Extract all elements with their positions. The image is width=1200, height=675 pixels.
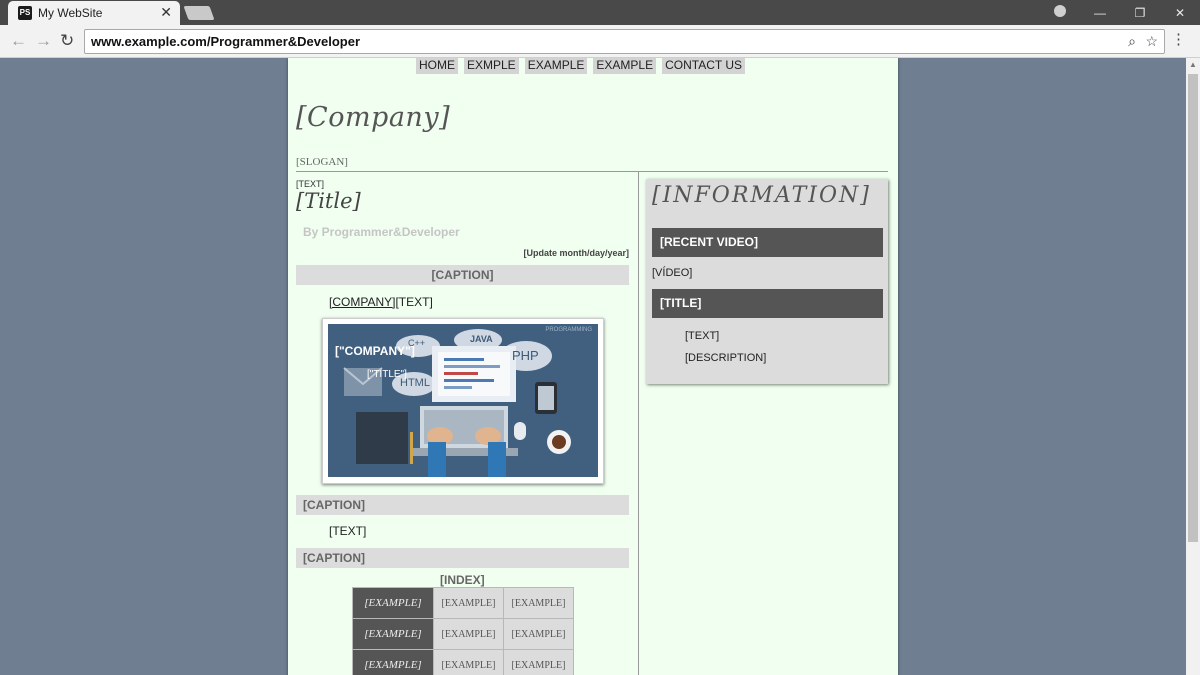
index-title: [INDEX] [440,573,485,587]
browser-titlebar: PS My WebSite ✕ — ❐ ✕ [0,0,1200,25]
browser-menu-icon[interactable]: ⋮ [1171,31,1186,49]
column-divider [638,172,639,675]
minimize-icon[interactable]: — [1080,6,1120,20]
table-row: [EXAMPLE] [EXAMPLE] [EXAMPLE] [352,587,574,619]
figure-html-label: HTML [400,377,430,389]
scrollbar-thumb[interactable] [1188,74,1198,542]
information-sidebar: [INFORMATION] [RECENT VIDEO] [VÍDEO] [TI… [646,179,888,384]
nav-example-2[interactable]: EXAMPLE [593,58,657,74]
header-divider [296,171,888,172]
nav-home[interactable]: HOME [416,58,458,74]
bookmark-star-icon[interactable]: ☆ [1145,33,1158,50]
company-logo-text: [Company] [296,102,451,133]
nav-exmple[interactable]: EXMPLE [464,58,519,74]
close-tab-icon[interactable]: ✕ [160,4,172,20]
company-link[interactable]: [COMPANY] [329,295,395,309]
window-controls: — ❐ ✕ [1040,0,1200,25]
browser-tab[interactable]: PS My WebSite ✕ [8,1,180,25]
caption-bar-3: [CAPTION] [296,548,629,568]
index-row-header[interactable]: [EXAMPLE] [352,618,434,650]
sidebar-heading: [INFORMATION] [652,183,871,208]
favicon-icon: PS [18,6,32,20]
new-tab-button[interactable] [183,6,215,20]
reload-icon[interactable]: ↻ [60,31,74,51]
zoom-icon[interactable]: ⌕ [1128,33,1136,50]
programming-illustration: ["COMPANY"] ["TITLE"] PROGRAMMING JAVA P… [328,324,598,477]
company-line-text: [TEXT] [395,295,433,309]
close-window-icon[interactable]: ✕ [1160,6,1200,20]
index-table: [EXAMPLE] [EXAMPLE] [EXAMPLE] [EXAMPLE] … [352,587,574,675]
recent-video-header: [RECENT VIDEO] [652,228,883,257]
figure-php-label: PHP [512,348,539,363]
index-cell[interactable]: [EXAMPLE] [503,649,574,675]
table-row: [EXAMPLE] [EXAMPLE] [EXAMPLE] [352,618,574,650]
tab-title: My WebSite [38,6,103,20]
page-scrollbar[interactable]: ▲ [1186,58,1200,675]
figure-programming-label: PROGRAMMING [545,327,592,333]
index-cell[interactable]: [EXAMPLE] [503,618,574,650]
video-placeholder[interactable]: [VÍDEO] [652,267,692,279]
section-text: [TEXT] [329,524,367,538]
figure-company-label: ["COMPANY"] [335,344,415,358]
back-arrow-icon[interactable]: ← [10,31,27,51]
caption-bar-1: [CAPTION] [296,265,629,285]
website-page: HOME EXMPLE EXAMPLE EXAMPLE CONTACT US [… [288,58,898,675]
sidebar-description: [DESCRIPTION] [685,352,767,364]
forward-arrow-icon[interactable]: → [35,31,52,51]
browser-toolbar: ← → ↻ www.example.com/Programmer&Develop… [0,25,1200,58]
url-text: www.example.com/Programmer&Developer [91,34,361,49]
sidebar-title-header: [TITLE] [652,289,883,318]
company-line: [COMPANY][TEXT] [329,295,433,309]
programming-image-frame: ["COMPANY"] ["TITLE"] PROGRAMMING JAVA P… [322,318,604,484]
page-viewport: HOME EXMPLE EXAMPLE EXAMPLE CONTACT US [… [0,58,1186,675]
table-row: [EXAMPLE] [EXAMPLE] [EXAMPLE] [352,649,574,675]
post-small-text: [TEXT] [296,179,325,189]
top-navigation: HOME EXMPLE EXAMPLE EXAMPLE CONTACT US [416,58,745,74]
index-cell[interactable]: [EXAMPLE] [433,587,504,619]
address-bar[interactable]: www.example.com/Programmer&Developer ⌕ ☆ [84,29,1165,54]
figure-cpp-label: C++ [408,338,426,348]
slogan: [SLOGAN] [296,156,348,168]
index-row-header[interactable]: [EXAMPLE] [352,587,434,619]
nav-example-1[interactable]: EXAMPLE [524,58,588,74]
post-title: [Title] [296,189,361,213]
profile-icon[interactable] [1040,5,1080,20]
index-cell[interactable]: [EXAMPLE] [503,587,574,619]
index-cell[interactable]: [EXAMPLE] [433,618,504,650]
index-cell[interactable]: [EXAMPLE] [433,649,504,675]
figure-java-label: JAVA [470,334,493,344]
sidebar-text: [TEXT] [685,330,720,342]
post-update-date: [Update month/day/year] [523,248,629,258]
index-row-header[interactable]: [EXAMPLE] [352,649,434,675]
post-byline: By Programmer&Developer [303,225,460,239]
restore-icon[interactable]: ❐ [1120,6,1160,20]
caption-bar-2: [CAPTION] [296,495,629,515]
nav-contact-us[interactable]: CONTACT US [662,58,745,74]
scroll-up-icon[interactable]: ▲ [1189,60,1197,69]
